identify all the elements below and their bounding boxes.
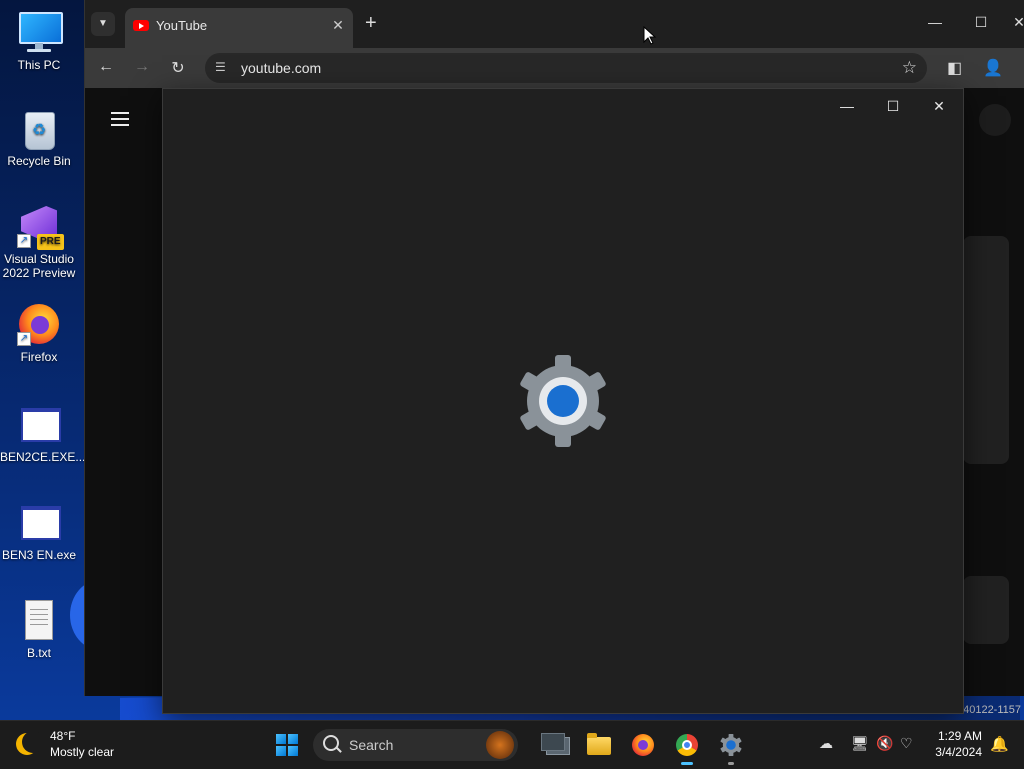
desktop-icon-label: BEN3 EN.exe — [1, 548, 77, 562]
notification-bell-icon[interactable]: 🔔 — [990, 735, 1009, 753]
desktop-icon-recycle-bin[interactable]: ♻ Recycle Bin — [0, 106, 78, 168]
onedrive-icon[interactable]: ☁ — [819, 735, 833, 752]
chrome-taskbar-button[interactable] — [671, 729, 703, 765]
search-highlight-icon[interactable] — [486, 731, 514, 759]
preview-badge: PRE — [37, 234, 64, 250]
system-clock[interactable]: 1:29 AM 3/4/2024 — [928, 728, 982, 760]
network-icon[interactable]: 🖥 — [851, 735, 869, 752]
avatar[interactable] — [979, 104, 1011, 136]
recycle-bin-icon: ♻ — [17, 106, 61, 150]
video-card[interactable] — [963, 576, 1009, 644]
visual-studio-icon: PRE ↗ — [17, 204, 64, 250]
menu-icon[interactable] — [111, 112, 129, 130]
clock-time: 1:29 AM — [937, 729, 982, 743]
shortcut-arrow-icon: ↗ — [17, 234, 31, 248]
settings-window: — ☐ ✕ — [162, 88, 964, 714]
desktop-icon-this-pc[interactable]: This PC — [0, 10, 78, 72]
settings-taskbar-button[interactable] — [715, 729, 747, 765]
desktop-icon-label: Visual Studio 2022 Preview — [2, 252, 76, 280]
profile-icon[interactable]: 👤 — [983, 58, 1003, 78]
battery-icon[interactable]: ♡ — [900, 735, 913, 752]
back-arrow-icon[interactable]: ← — [96, 58, 116, 76]
youtube-icon — [133, 20, 149, 31]
taskbar-search[interactable]: Search — [313, 729, 518, 761]
weather-condition: Mostly clear — [50, 745, 115, 759]
tab-strip: ▼ YouTube ✕ + — ☐ ✕ — [85, 0, 1024, 48]
desktop-icon-label: This PC — [17, 58, 61, 72]
tab-title: YouTube — [156, 18, 208, 33]
folder-icon — [587, 733, 611, 755]
text-file-icon — [17, 598, 61, 642]
forward-arrow-icon[interactable]: → — [132, 58, 152, 76]
task-view-button[interactable] — [540, 729, 572, 761]
moon-shadow — [22, 731, 44, 753]
desktop-icon-visual-studio[interactable]: PRE ↗ Visual Studio 2022 Preview — [0, 204, 78, 280]
desktop-icon-label: BEN2CE.EXE... — [0, 450, 86, 464]
tab-close-icon[interactable]: ✕ — [329, 17, 347, 35]
exe-window-icon — [17, 500, 61, 544]
browser-close-button[interactable]: ✕ — [1009, 14, 1024, 31]
browser-maximize-button[interactable]: ☐ — [971, 14, 991, 31]
firefox-icon — [632, 734, 654, 756]
start-button[interactable] — [276, 734, 298, 756]
clock-date: 3/4/2024 — [935, 745, 982, 759]
shortcut-arrow-icon: ↗ — [17, 332, 31, 346]
browser-minimize-button[interactable]: — — [925, 14, 945, 30]
desktop-icon-firefox[interactable]: ↗ Firefox — [0, 302, 78, 364]
monitor-icon — [17, 10, 63, 54]
firefox-icon: ↗ — [17, 302, 61, 346]
taskbar: 48°F Mostly clear Search ☁ 🖥 🔇 ♡ 1:29 AM… — [0, 720, 1024, 769]
video-card[interactable] — [963, 236, 1009, 464]
mouse-cursor-icon — [643, 26, 657, 45]
file-explorer-button[interactable] — [583, 729, 615, 761]
settings-gear-icon — [520, 355, 606, 447]
settings-close-button[interactable]: ✕ — [925, 95, 953, 117]
desktop-icon-ben2ce[interactable]: BEN2CE.EXE... — [0, 402, 86, 464]
side-panel-icon[interactable]: ◧ — [947, 58, 962, 78]
desktop-icon-b-txt[interactable]: B.txt — [0, 598, 78, 660]
settings-maximize-button[interactable]: ☐ — [879, 95, 907, 117]
settings-minimize-button[interactable]: — — [833, 95, 861, 117]
desktop-icon-label: Firefox — [20, 350, 58, 364]
tab-search-button[interactable]: ▼ — [91, 12, 115, 36]
bookmark-star-icon[interactable]: ☆ — [902, 58, 917, 78]
volume-muted-icon[interactable]: 🔇 — [876, 735, 893, 752]
desktop-icon-label: Recycle Bin — [7, 154, 71, 168]
address-url: youtube.com — [241, 60, 322, 76]
exe-window-icon — [17, 402, 61, 446]
browser-toolbar: ← → ↻ ☰ youtube.com ☆ ◧ 👤 — [85, 48, 1024, 88]
weather-temp: 48°F — [50, 729, 76, 743]
chrome-icon — [676, 734, 698, 756]
reload-icon[interactable]: ↻ — [168, 58, 188, 78]
address-bar[interactable]: ☰ youtube.com ☆ — [205, 53, 927, 83]
firefox-taskbar-button[interactable] — [627, 729, 659, 761]
tab-youtube[interactable]: YouTube ✕ — [125, 8, 353, 48]
desktop-icon-label: B.txt — [26, 646, 51, 660]
search-placeholder: Search — [349, 737, 394, 753]
build-code: 40122-1157 — [963, 704, 1021, 716]
search-icon — [323, 735, 339, 751]
desktop-icon-ben3[interactable]: BEN3 EN.exe — [0, 500, 78, 562]
settings-gear-icon — [720, 733, 742, 757]
site-info-icon[interactable]: ☰ — [215, 60, 226, 74]
new-tab-button[interactable]: + — [365, 13, 377, 33]
task-view-icon — [541, 733, 570, 755]
